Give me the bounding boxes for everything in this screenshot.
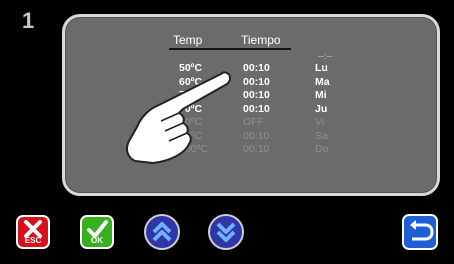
- row-time: 00:10: [243, 89, 270, 101]
- row-day: Ju: [315, 102, 328, 115]
- pointing-hand-icon: [126, 71, 231, 164]
- row-time: OFF: [243, 116, 264, 128]
- row-day: Vi: [315, 116, 325, 128]
- row-day: Sa: [315, 129, 328, 142]
- esc-button[interactable]: ESC: [16, 215, 50, 249]
- ok-label: OK: [91, 236, 103, 245]
- back-button[interactable]: [402, 214, 438, 250]
- scroll-up-button[interactable]: [144, 214, 180, 250]
- schedule-panel: Temp Tiempo --:-- 50ºC 00:10 Lu 60ºC 00:10 Ma…: [62, 14, 440, 196]
- row-time: 00:10: [243, 129, 270, 142]
- screen-number: 1: [22, 8, 35, 33]
- day-column-header: --:--: [318, 51, 333, 61]
- row-time: 00:10: [243, 102, 270, 115]
- row-day: Lu: [315, 62, 328, 74]
- scroll-down-button[interactable]: [208, 214, 244, 250]
- temp-column-header: Temp: [173, 33, 203, 47]
- chevron-up-icon: [152, 222, 172, 242]
- time-column-header: Tiempo: [241, 33, 281, 47]
- return-arrow-icon: [410, 220, 434, 241]
- ok-button[interactable]: OK: [80, 215, 114, 249]
- row-time: 00:10: [243, 62, 270, 74]
- row-day: Ma: [315, 75, 330, 88]
- row-day: Mi: [315, 89, 327, 101]
- header-divider: [169, 48, 291, 50]
- row-time: 00:10: [243, 143, 270, 155]
- esc-label: ESC: [24, 236, 42, 245]
- row-time: 00:10: [243, 75, 270, 88]
- row-day: Do: [315, 143, 329, 155]
- chevron-down-icon: [216, 222, 236, 242]
